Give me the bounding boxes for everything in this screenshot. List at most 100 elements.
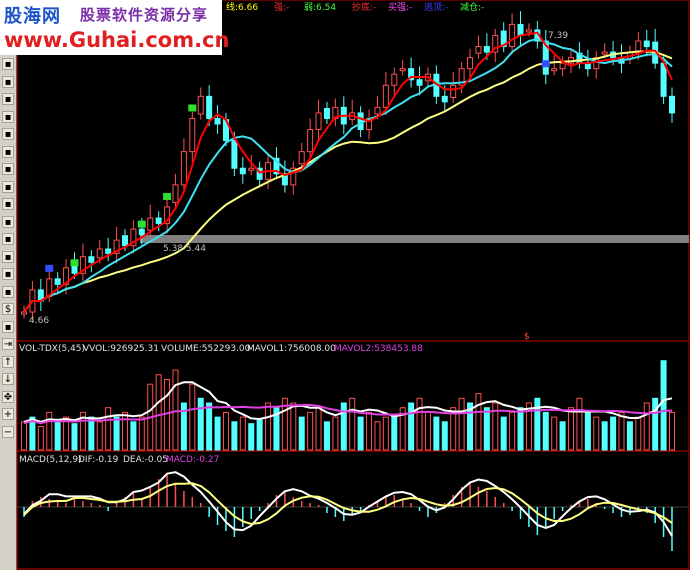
candle-body — [643, 40, 650, 48]
candle-body — [525, 29, 532, 33]
volume-bar — [248, 423, 255, 451]
volume-bar — [214, 416, 221, 451]
low-price-label: 4.66 — [29, 316, 49, 326]
volume-bar — [635, 416, 642, 451]
volume-bar — [433, 416, 440, 451]
volume-bar — [458, 397, 465, 451]
candle-body — [197, 95, 204, 115]
candle-body — [315, 112, 322, 131]
volume-bar — [542, 411, 549, 451]
volume-bar — [374, 421, 381, 451]
candle-body — [416, 79, 423, 86]
candle-body — [323, 107, 330, 119]
volume-bar — [643, 402, 650, 451]
volume-bar — [206, 402, 213, 451]
volume-bar — [424, 411, 431, 451]
volume-bar — [559, 421, 566, 451]
header-item-1: 强:- — [274, 2, 289, 13]
volume-bar — [256, 419, 263, 451]
volume-bar — [349, 397, 356, 451]
candle-body — [357, 112, 364, 131]
vol-vvol: VVOL:926925.31 — [83, 344, 159, 354]
logo-brand: 股海网 — [4, 6, 61, 27]
candle-body — [147, 217, 154, 231]
candle-body — [239, 167, 246, 175]
candle-body — [248, 167, 255, 171]
volume-bar — [534, 397, 541, 451]
volume-bar — [197, 397, 204, 451]
candle-body — [298, 151, 305, 165]
header-item-4: 买强:- — [388, 2, 412, 13]
indicator-header: 线:6.66 强:- 弱:6.54 抄底:- 买强:- 逃顶:- 减仓:- — [226, 1, 484, 13]
volume-bar — [113, 416, 120, 451]
vol-volume: VOLUME:552293.00 — [161, 344, 251, 354]
volume-bar — [121, 411, 128, 451]
candle-body — [509, 23, 516, 48]
candle-body — [88, 256, 95, 263]
price-band — [140, 235, 689, 243]
candle-body — [467, 57, 474, 70]
volume-bar — [298, 416, 305, 451]
volume-bar — [660, 360, 667, 451]
volume-bar — [475, 393, 482, 451]
vol-mavol2: MAVOL2:538453.88 — [334, 344, 423, 354]
volume-bar — [307, 411, 314, 451]
candle-body — [54, 278, 61, 285]
volume-bar — [610, 416, 617, 451]
candle-body — [551, 68, 558, 72]
candle-body — [121, 235, 128, 247]
volume-bar — [105, 407, 112, 451]
volume-bar — [652, 397, 659, 451]
dollar-marker: $ — [524, 332, 530, 342]
volume-bar — [315, 407, 322, 451]
candle-body — [382, 84, 389, 108]
volume-bar — [391, 413, 398, 451]
volume-bar — [669, 411, 675, 451]
volume-bar — [340, 402, 347, 451]
macd-panel — [17, 471, 689, 551]
signal-marker — [45, 264, 54, 272]
candle-body — [483, 46, 490, 53]
volume-bar — [441, 421, 448, 451]
candle-body — [105, 248, 112, 254]
candle-body — [441, 95, 448, 103]
volume-bar — [483, 407, 490, 451]
chart-frame — [16, 0, 690, 570]
volume-bar — [239, 416, 246, 451]
volume-bar — [568, 407, 575, 451]
mavol2-line — [23, 403, 673, 425]
candle-body — [206, 95, 213, 119]
volume-bar — [231, 421, 238, 451]
candle-body — [669, 95, 675, 114]
candle-body — [660, 62, 667, 97]
volume-bar — [576, 397, 583, 451]
header-item-3: 抄底:- — [352, 1, 376, 13]
volume-bar — [584, 411, 591, 451]
volume-bar — [37, 426, 44, 451]
ma-long-line — [23, 50, 673, 313]
volume-bar — [593, 416, 600, 451]
volume-bar — [509, 411, 516, 451]
candle-body — [399, 68, 406, 72]
ma-short-line — [23, 31, 673, 313]
volume-panel — [21, 360, 675, 451]
volume-bar — [366, 411, 373, 451]
volume-bar — [357, 416, 364, 451]
volume-bar — [500, 416, 507, 451]
volume-bar — [189, 383, 196, 451]
volume-bar — [517, 407, 524, 451]
signal-marker — [137, 220, 146, 228]
volume-bar — [88, 416, 95, 451]
signal-marker — [163, 192, 172, 200]
header-item-2: 弱:6.54 — [304, 2, 336, 13]
volume-bar — [618, 411, 625, 451]
candle-body — [559, 62, 566, 70]
volume-bar — [626, 421, 633, 451]
candle-body — [475, 46, 482, 54]
volume-bar — [96, 421, 103, 451]
site-logo: 股海网 股票软件资源分享 www.Guhai.com.cn — [0, 0, 229, 55]
stock-chart-window: { "logo": { "brand": "股海网", "subtitle": … — [0, 0, 690, 570]
candle-body — [601, 51, 608, 55]
volume-bar — [332, 416, 339, 451]
volume-bar — [290, 402, 297, 451]
